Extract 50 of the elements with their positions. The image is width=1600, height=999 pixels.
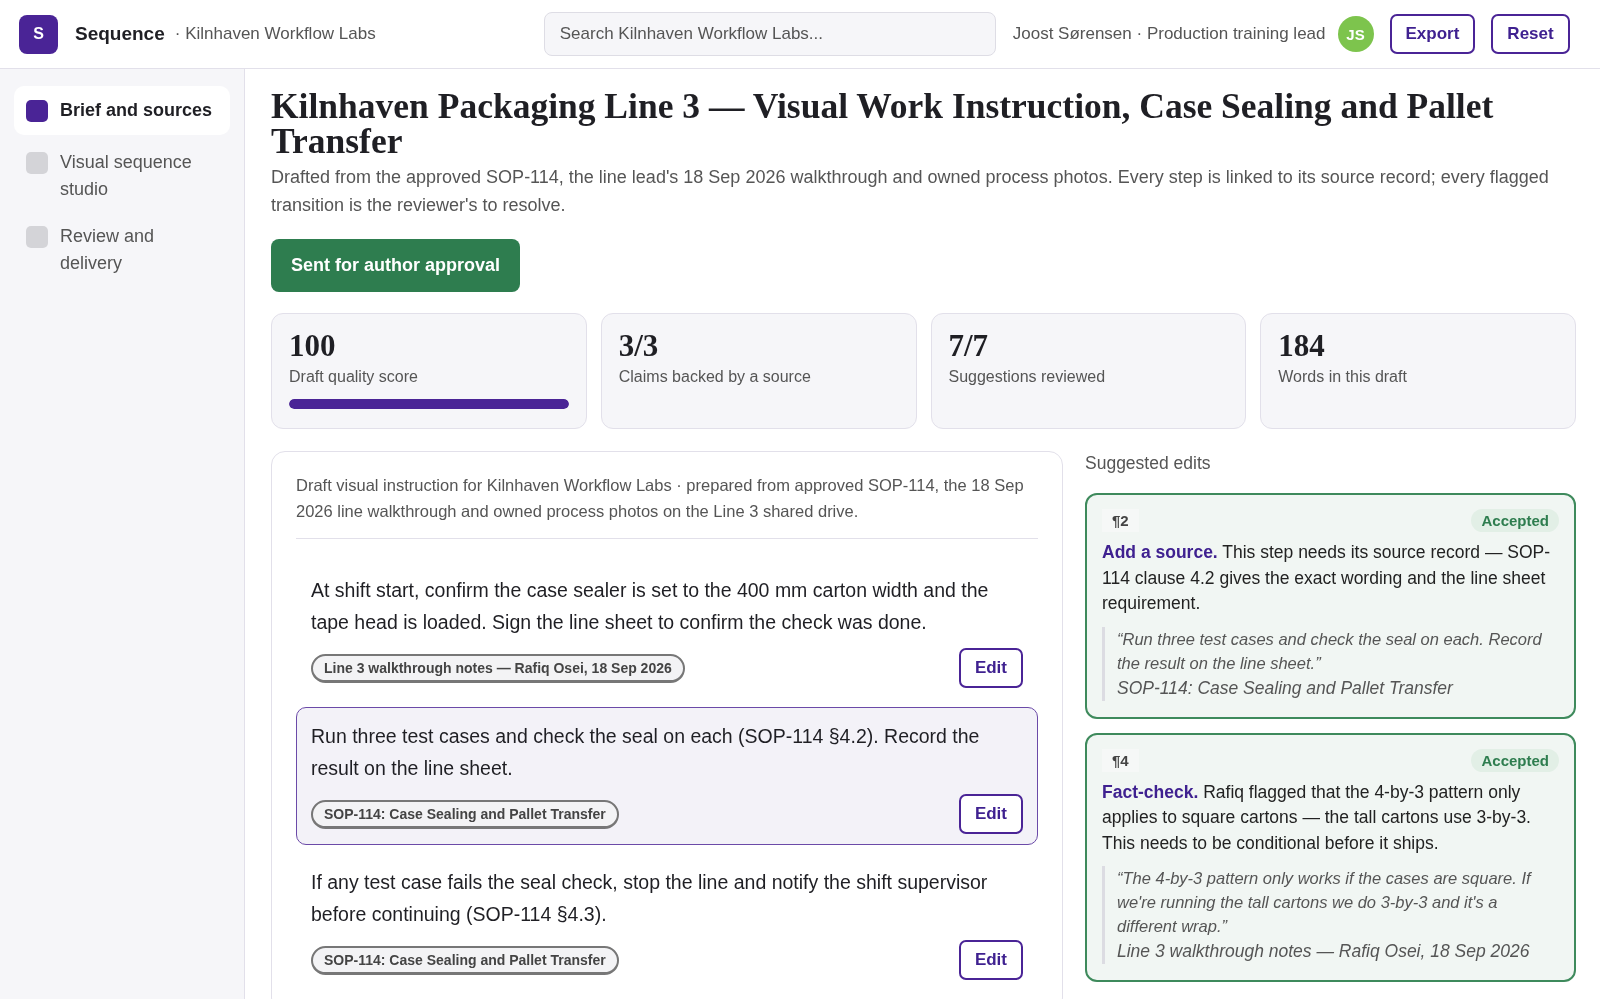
step-marker-icon (26, 152, 48, 174)
quote-citation: SOP-114: Case Sealing and Pallet Transfer (1117, 676, 1455, 700)
edit-button[interactable]: Edit (958, 940, 1023, 980)
source-tag: Line 3 walkthrough notes — Rafiq Osei, 18 Sep 2026 (311, 653, 685, 683)
workspace-name: · Kilnhaven Workflow Labs (174, 24, 376, 44)
suggested-edits-heading: Suggested edits (1085, 453, 1212, 474)
stat-label: Words in this draft (1278, 368, 1408, 386)
suggestion-text: Fact-check. Rafiq flagged that the 4-by-3 pattern only applies to square cartons — the tall cartons use 3-by-3. This needs to be conditional before it ships. (1102, 780, 1532, 855)
edit-button[interactable]: Edit (958, 794, 1023, 834)
page-description: Drafted from the approved SOP-114, the line lead's 18 Sep 2026 walkthrough and owned process photos. Every step is linked to its source record; every flagged transition is the reviewer's to resolve. (271, 166, 1550, 217)
paragraph-ref: ¶4 (1102, 748, 1139, 772)
stat-value: 184 (1278, 328, 1326, 364)
draft-intro: Draft visual instruction for Kilnhaven Workflow Labs · prepared from approved SOP-114, the 18 Sep 2026 line walkthrough and owned process photos on the Line 3 shared drive. (296, 472, 1038, 539)
paragraph-ref: ¶2 (1102, 509, 1139, 532)
stat-label: Suggestions reviewed (948, 368, 1107, 386)
step-card[interactable]: Run three test cases and check the seal on each (SOP-114 §4.2). Record the result on the line sheet. SOP-114: Case Sealing and Pallet Transfer Edit (296, 707, 1038, 845)
sidebar-item-label: Review and delivery (60, 225, 156, 275)
step-card[interactable]: If any test case fails the seal check, stop the line and notify the shift supervisor before continuing (SOP-114 §4.3). SOP-114: Case Sealing and Pallet Transfer Edit (296, 853, 1038, 991)
status-badge: Accepted (1471, 509, 1559, 532)
quote-text: “The 4-by-3 pattern only works if the cases are square. If we're running the tall cartons we do 3-by-3 and it's a different wrap.” (1117, 868, 1533, 937)
user-name: Joost Sørensen · Production training lead (1012, 24, 1326, 44)
stat-label: Claims backed by a source (618, 368, 812, 386)
stat-value: 100 (289, 328, 337, 364)
step-marker-icon (26, 226, 48, 248)
sidebar-item[interactable]: Brief and sources (14, 86, 230, 135)
step-text: At shift start, confirm the case sealer is set to the 400 mm carton width and the tape head is loaded. Sign the line sheet to confirm the check was done. (311, 578, 990, 635)
source-tag: SOP-114: Case Sealing and Pallet Transfer (311, 799, 619, 829)
sidebar-item-label: Visual sequence studio (60, 151, 193, 201)
page-title: Kilnhaven Packaging Line 3 — Visual Work Instruction, Case Sealing and Pallet Transfer (271, 89, 1495, 159)
quote-text: “Run three test cases and check the seal on each. Record the result on the line sheet.” (1117, 628, 1543, 674)
step-text: If any test case fails the seal check, stop the line and notify the shift supervisor before continuing (SOP-114 §4.3). (311, 870, 989, 927)
sidebar-item-label: Brief and sources (60, 99, 213, 122)
search-field[interactable]: Search Kilnhaven Workflow Labs... (543, 12, 996, 56)
edit-button[interactable]: Edit (958, 648, 1023, 688)
export-button[interactable]: Export (1389, 14, 1476, 54)
stat-value: 7/7 (948, 328, 990, 364)
source-tag: SOP-114: Case Sealing and Pallet Transfer (311, 945, 619, 975)
status-button[interactable]: Sent for author approval (271, 239, 521, 292)
app-logo: S (19, 14, 58, 54)
sidebar-item[interactable]: Visual sequence studio (14, 143, 230, 209)
step-text: Run three test cases and check the seal on each (SOP-114 §4.2). Record the result on the line sheet. (311, 724, 981, 781)
stat-value: 3/3 (618, 328, 660, 364)
status-badge: Accepted (1471, 748, 1559, 772)
sidebar-item[interactable]: Review and delivery (14, 217, 230, 283)
quote-citation: Line 3 walkthrough notes — Rafiq Osei, 18 Sep 2026 (1117, 940, 1531, 963)
suggestion-text: Add a source. This step needs its source record — SOP-114 clause 4.2 gives the exact wording and the line sheet requirement. (1102, 541, 1552, 615)
app-name: Sequence (75, 23, 165, 45)
reset-button[interactable]: Reset (1491, 14, 1570, 54)
stat-label: Draft quality score (289, 368, 419, 386)
step-marker-icon (26, 100, 48, 122)
